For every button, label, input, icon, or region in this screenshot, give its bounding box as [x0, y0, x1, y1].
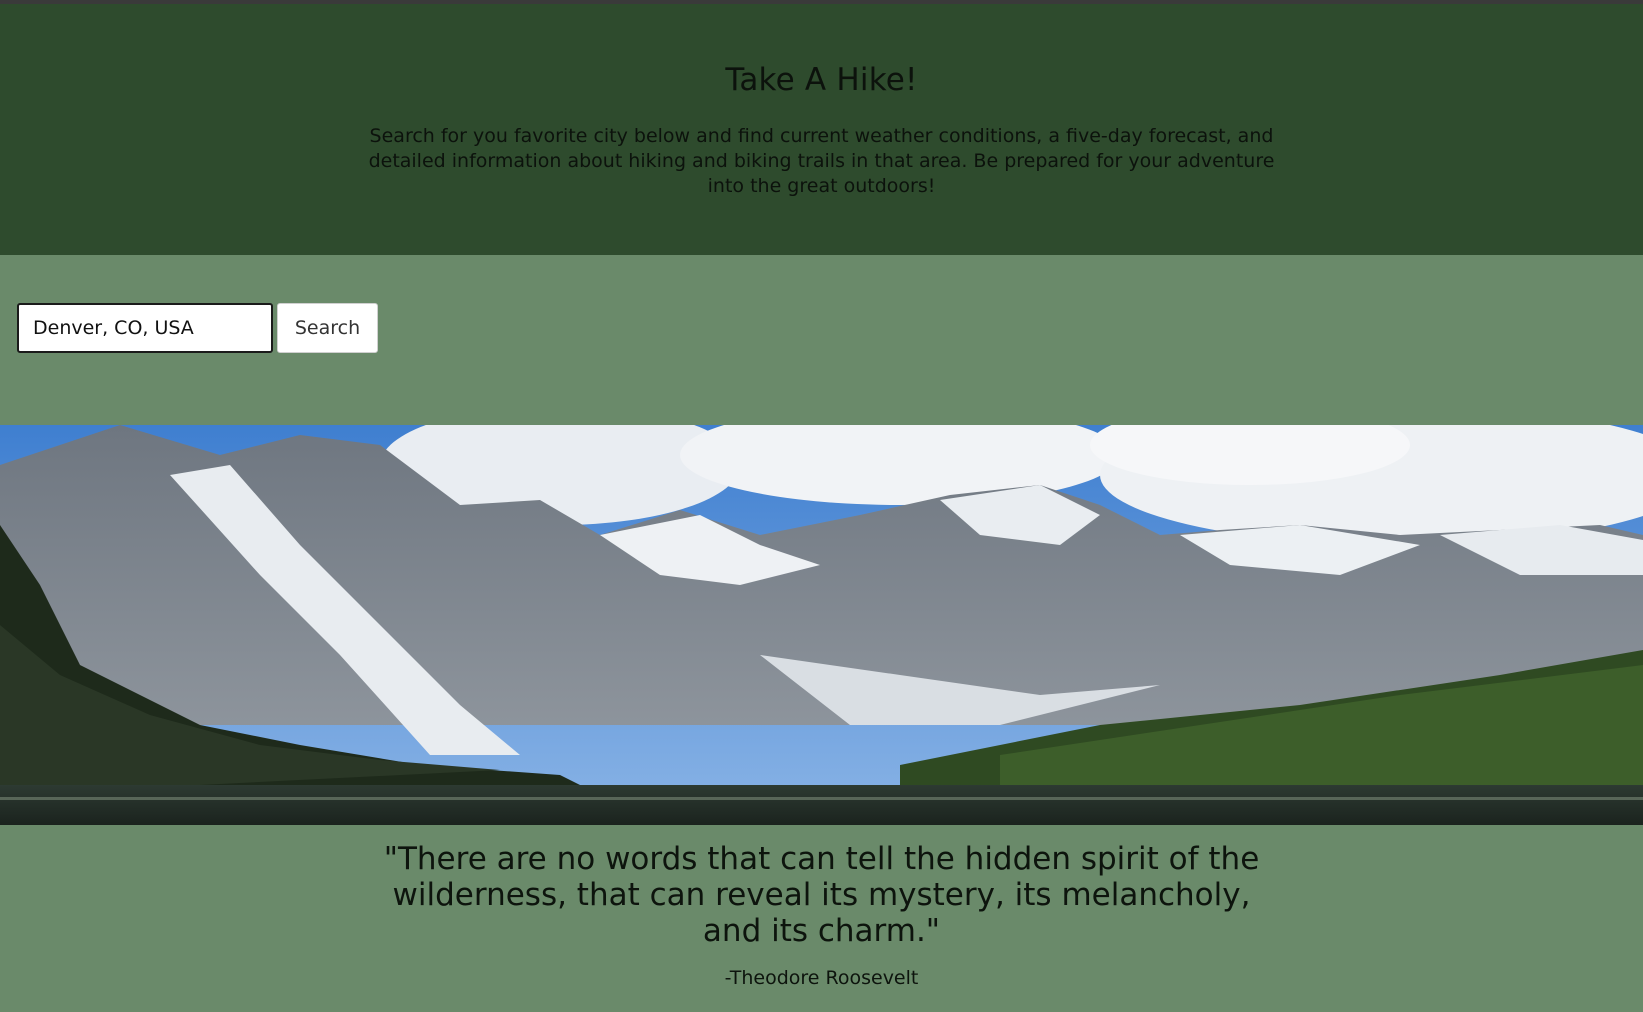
- city-search-input[interactable]: [17, 303, 273, 353]
- mountain-landscape-image: [0, 425, 1643, 825]
- page-description: Search for you favorite city below and f…: [368, 125, 1275, 197]
- quote-section: "There are no words that can tell the hi…: [0, 825, 1643, 989]
- page-header: Take A Hike! Search for you favorite cit…: [0, 4, 1643, 255]
- search-button[interactable]: Search: [277, 303, 378, 353]
- page-title: Take A Hike!: [725, 62, 918, 98]
- search-area: Search: [0, 255, 1643, 425]
- quote-text: "There are no words that can tell the hi…: [383, 841, 1260, 949]
- quote-author: -Theodore Roosevelt: [724, 967, 919, 989]
